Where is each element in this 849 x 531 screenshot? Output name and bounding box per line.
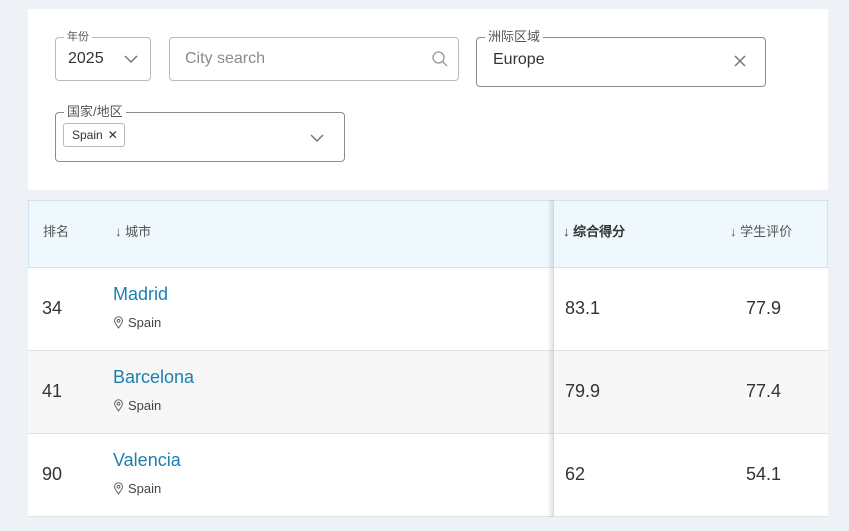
location-pin-icon [113,316,124,329]
filter-panel: 年份 2025 City search 洲际区域 Europe 国家/地区 Sp… [28,9,828,190]
chevron-down-icon[interactable] [122,50,140,68]
city-search-input[interactable]: City search [169,37,459,81]
table-header: 排名 ↓ 城市 ↓ 综合得分 ↓ 学生评价 [28,200,828,268]
table-row: 90 Valencia Spain 62 54.1 [28,434,828,517]
search-icon[interactable] [431,50,449,68]
row-score: 83.1 [565,298,601,318]
row-student: 54.1 [746,464,782,484]
header-city[interactable]: ↓ 城市 [115,221,151,240]
row-country: Spain [128,315,162,330]
country-label: 国家/地区 [64,104,126,120]
row-country: Spain [128,398,162,413]
row-location: Spain [112,315,161,330]
row-rank: 34 [42,298,63,318]
chevron-down-icon[interactable] [308,129,326,147]
frozen-column-divider [553,200,554,517]
row-city-link[interactable]: Madrid [113,284,168,305]
header-score[interactable]: ↓ 综合得分 [563,221,625,240]
year-select[interactable]: 年份 2025 [55,29,151,81]
row-student: 77.9 [746,298,782,318]
region-label: 洲际区域 [485,29,544,45]
location-pin-icon [113,399,124,412]
year-label: 年份 [64,29,92,45]
row-rank: 90 [42,464,63,484]
country-chip: Spain ✕ [63,123,125,147]
row-rank: 41 [42,381,63,401]
region-value: Europe [493,51,545,68]
close-icon[interactable] [733,54,747,68]
country-chip-label: Spain [72,128,103,142]
row-country: Spain [128,481,162,496]
row-city-link[interactable]: Valencia [113,450,181,471]
row-score: 62 [565,464,586,484]
country-select[interactable]: 国家/地区 Spain ✕ [55,104,345,162]
city-search-placeholder: City search [185,50,266,67]
ranking-table: 排名 ↓ 城市 ↓ 综合得分 ↓ 学生评价 34 Madrid Spain 83… [28,200,828,517]
header-rank: 排名 [43,224,70,239]
table-row: 41 Barcelona Spain 79.9 77.4 [28,351,828,434]
row-location: Spain [112,481,161,496]
header-student[interactable]: ↓ 学生评价 [730,221,792,240]
row-score: 79.9 [565,381,601,401]
row-location: Spain [112,398,161,413]
chip-remove-icon[interactable]: ✕ [108,129,118,141]
table-row: 34 Madrid Spain 83.1 77.9 [28,268,828,351]
location-pin-icon [113,482,124,495]
row-student: 77.4 [746,381,782,401]
region-select[interactable]: 洲际区域 Europe [476,29,766,87]
row-city-link[interactable]: Barcelona [113,367,194,388]
year-value: 2025 [68,50,104,67]
